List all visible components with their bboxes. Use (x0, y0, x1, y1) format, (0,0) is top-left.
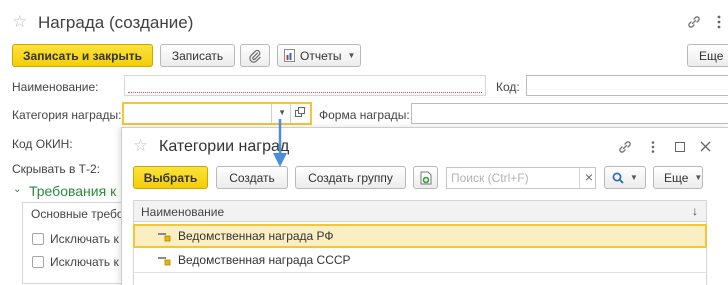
sort-indicator[interactable]: ↓ (692, 204, 698, 218)
attach-button[interactable] (240, 44, 270, 67)
name-field[interactable] (124, 75, 486, 96)
hide-t2-label: Скрывать в Т-2: (12, 162, 100, 176)
dialog-title: Категории наград (159, 138, 290, 155)
add-from-list-button[interactable] (413, 166, 438, 189)
code-field[interactable] (526, 75, 728, 96)
row-label: Ведомственная награда РФ (178, 229, 334, 243)
paperclip-icon (248, 49, 262, 63)
column-name-header[interactable]: Наименование (141, 205, 224, 219)
more-button[interactable]: Еще (687, 44, 728, 67)
save-and-close-button[interactable]: Записать и закрыть (12, 44, 153, 67)
clear-search-icon[interactable]: × (579, 168, 598, 188)
code-label: Код: (496, 80, 520, 94)
element-icon (157, 255, 171, 266)
close-icon[interactable] (700, 141, 711, 152)
dropdown-icon[interactable]: ▼ (278, 108, 286, 117)
name-label: Наименование: (12, 80, 99, 94)
dialog-more-button[interactable]: Еще ▼ (653, 166, 703, 189)
save-button[interactable]: Записать (160, 44, 235, 67)
award-categories-dialog: ☆ Категории наград Выбрать Создать Созда… (121, 127, 728, 285)
dialog-more-vertical-icon[interactable] (650, 140, 656, 154)
search-icon (612, 172, 624, 184)
report-icon (284, 49, 295, 62)
search-input[interactable]: Поиск (Ctrl+F) (446, 167, 596, 189)
favorite-star-icon[interactable]: ☆ (12, 12, 27, 32)
category-label: Категория награды: (12, 108, 122, 122)
dialog-favorite-star-icon[interactable]: ☆ (133, 136, 148, 156)
chevron-down-icon: ▼ (347, 51, 356, 60)
reports-label: Отчеты (300, 48, 342, 63)
more-vertical-icon[interactable] (716, 14, 722, 30)
create-button[interactable]: Создать (216, 166, 288, 189)
exclude-checkbox-2[interactable] (32, 256, 44, 268)
grid-header[interactable]: Наименование ↓ (133, 200, 707, 222)
row-label: Ведомственная награда СССР (178, 253, 351, 267)
annotation-arrow (272, 119, 288, 169)
chevron-down-icon: ▼ (630, 173, 638, 182)
award-form-label: Форма награды: (319, 108, 410, 122)
search-options-button[interactable]: ▼ (604, 166, 646, 189)
add-from-list-icon (420, 171, 432, 185)
exclude-label-1: Исключать к (50, 232, 119, 246)
element-icon (157, 231, 171, 242)
okin-label: Код ОКИН: (12, 137, 73, 151)
exclude-label-2: Исключать к (50, 255, 119, 269)
reports-menu-button[interactable]: Отчеты ▼ (277, 44, 361, 67)
section-collapse-chevron-icon[interactable]: ⌄ (13, 184, 21, 195)
chevron-down-icon: ▼ (694, 173, 703, 182)
dialog-link-icon[interactable] (617, 139, 633, 155)
create-group-button[interactable]: Создать группу (295, 166, 406, 189)
window-title: Награда (создание) (38, 13, 194, 32)
dialog-more-label: Еще (664, 170, 689, 185)
award-form-field[interactable] (411, 103, 728, 124)
exclude-checkbox-1[interactable] (32, 233, 44, 245)
select-button[interactable]: Выбрать (133, 166, 208, 189)
table-row[interactable]: Ведомственная награда СССР (133, 248, 707, 272)
maximize-icon[interactable] (675, 142, 685, 152)
link-icon[interactable] (686, 14, 702, 30)
search-placeholder: Поиск (Ctrl+F) (451, 171, 529, 185)
open-icon[interactable] (295, 107, 306, 118)
requirements-section-title[interactable]: Требования к (29, 183, 116, 199)
table-row[interactable]: Ведомственная награда РФ (133, 224, 707, 248)
requirements-tab[interactable]: Основные требо (31, 207, 124, 221)
